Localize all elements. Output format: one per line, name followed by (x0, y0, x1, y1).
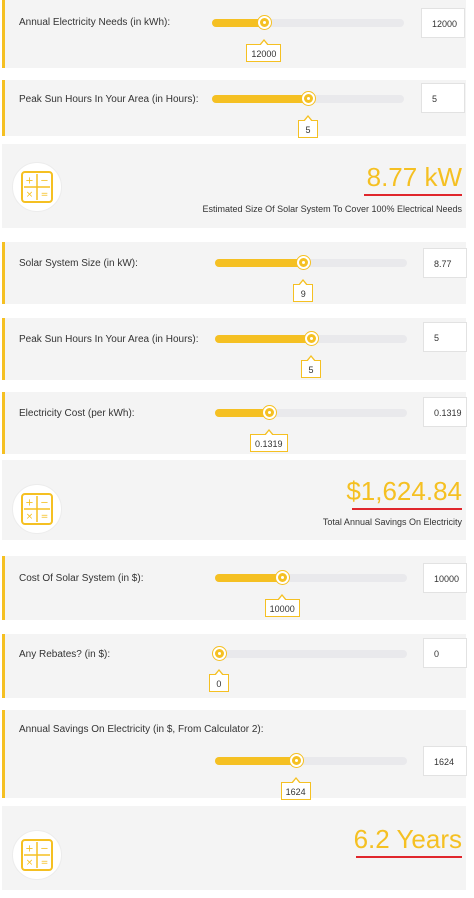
peak-sun-hours-label: Peak Sun Hours In Your Area (in Hours): (19, 94, 199, 105)
electricity-needs-slider[interactable] (212, 16, 404, 29)
peak-sun-hours-2-tooltip: 5 (301, 355, 321, 378)
slider-handle[interactable] (262, 406, 276, 419)
svg-text:=: = (41, 858, 49, 868)
savings-input-tooltip: 1624 (280, 777, 311, 800)
svg-text:=: = (41, 512, 49, 522)
slider-handle[interactable] (276, 571, 290, 584)
slider-fill (215, 259, 304, 267)
calculator-icon: + − × = (12, 162, 62, 212)
solar-cost-input[interactable]: 10000 (423, 563, 467, 593)
electricity-cost-slider[interactable] (215, 406, 407, 419)
electricity-cost-tooltip: 0.1319 (249, 429, 288, 452)
peak-sun-hours-slider[interactable] (212, 92, 404, 105)
electricity-needs-input[interactable]: 12000 (421, 8, 465, 38)
svg-text:+: + (25, 844, 33, 855)
annual-savings-value: $1,624.84 (346, 476, 462, 506)
slider-handle[interactable] (212, 647, 226, 660)
solar-system-size-input[interactable]: 8.77 (423, 248, 467, 278)
calculator-icon: + − × = (12, 830, 62, 880)
electricity-cost-input[interactable]: 0.1319 (423, 397, 467, 427)
slider-handle[interactable] (297, 256, 311, 269)
peak-sun-hours-2-label: Peak Sun Hours In Your Area (in Hours): (19, 334, 199, 345)
slider-fill (215, 757, 296, 765)
rebates-input[interactable]: 0 (423, 638, 467, 668)
solar-cost-tooltip: 10000 (264, 594, 300, 617)
slider-fill (215, 335, 311, 343)
slider-handle[interactable] (302, 92, 315, 105)
slider-handle[interactable] (289, 754, 303, 767)
rebates-tooltip: 0 (208, 669, 229, 692)
solar-system-size-tooltip: 9 (293, 279, 314, 302)
electricity-cost-label: Electricity Cost (per kWh): (19, 408, 135, 419)
savings-input-label: Annual Savings On Electricity (in $, Fro… (19, 724, 264, 735)
electricity-needs-label: Annual Electricity Needs (in kWh): (19, 17, 171, 28)
system-size-result-panel: + − × = 8.77 kW Estimated Size Of Solar … (2, 144, 466, 228)
peak-sun-hours-row: Peak Sun Hours In Your Area (in Hours): … (2, 80, 466, 138)
peak-sun-hours-2-slider[interactable] (215, 332, 407, 345)
solar-cost-slider[interactable] (215, 571, 407, 584)
payback-result-panel: + − × = 6.2 Years (2, 806, 466, 890)
slider-handle[interactable] (305, 332, 318, 345)
rebates-label: Any Rebates? (in $): (19, 649, 111, 660)
rebates-row: Any Rebates? (in $): 0 0 (2, 634, 467, 698)
svg-text:×: × (26, 858, 34, 868)
electricity-needs-row: Annual Electricity Needs (in kWh): 12000… (2, 0, 466, 68)
solar-system-size-label: Solar System Size (in kW): (19, 258, 138, 269)
annual-savings-result-panel: + − × = $1,624.84 Total Annual Savings O… (2, 460, 466, 540)
solar-system-size-slider[interactable] (215, 256, 407, 269)
peak-sun-hours-tooltip: 5 (298, 115, 318, 138)
solar-cost-label: Cost Of Solar System (in $): (19, 573, 144, 584)
red-underline (364, 194, 462, 196)
slider-fill (215, 409, 269, 417)
calculator-icon: + − × = (12, 484, 62, 534)
red-underline (356, 856, 462, 858)
svg-text:×: × (26, 512, 34, 522)
payback-value: 6.2 Years (353, 824, 462, 854)
annual-savings-caption: Total Annual Savings On Electricity (322, 517, 462, 527)
svg-text:×: × (26, 190, 34, 200)
system-size-caption: Estimated Size Of Solar System To Cover … (202, 204, 462, 214)
svg-text:−: − (40, 844, 48, 855)
solar-system-size-row: Solar System Size (in kW): 9 8.77 (2, 242, 467, 304)
peak-sun-hours-input[interactable]: 5 (421, 83, 465, 113)
slider-fill (212, 19, 264, 27)
slider-fill (215, 574, 283, 582)
solar-cost-row: Cost Of Solar System (in $): 10000 10000 (2, 556, 467, 620)
svg-text:=: = (41, 190, 49, 200)
system-size-value: 8.77 kW (366, 162, 462, 192)
red-underline (352, 508, 462, 510)
savings-input-slider[interactable] (215, 754, 407, 767)
svg-text:−: − (40, 176, 48, 187)
savings-input-field[interactable]: 1624 (423, 746, 467, 776)
rebates-slider[interactable] (212, 647, 407, 660)
peak-sun-hours-2-input[interactable]: 5 (423, 322, 467, 352)
slider-fill (212, 95, 308, 103)
svg-text:+: + (25, 498, 33, 509)
slider-handle[interactable] (257, 16, 271, 29)
electricity-cost-row: Electricity Cost (per kWh): 0.1319 0.131… (2, 392, 467, 454)
savings-input-row: Annual Savings On Electricity (in $, Fro… (2, 710, 467, 800)
svg-text:+: + (25, 176, 33, 187)
electricity-needs-tooltip: 12000 (246, 39, 282, 62)
peak-sun-hours-2-row: Peak Sun Hours In Your Area (in Hours): … (2, 318, 467, 380)
svg-text:−: − (40, 498, 48, 509)
